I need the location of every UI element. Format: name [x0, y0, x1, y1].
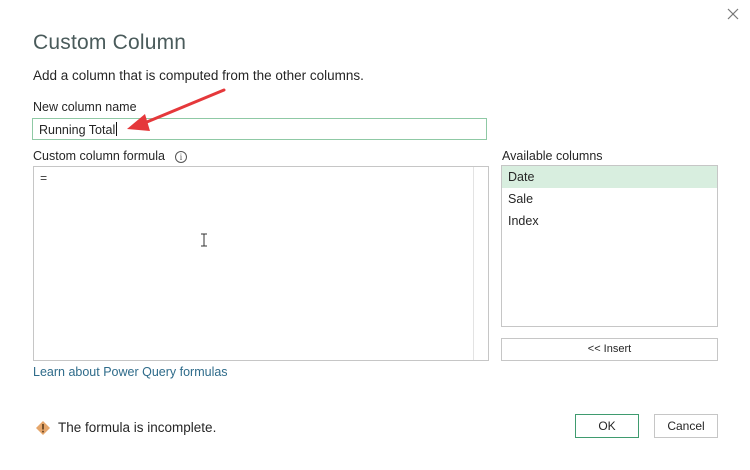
column-item-index[interactable]: Index	[502, 210, 717, 232]
new-column-name-input[interactable]: Running Total	[32, 118, 487, 140]
status-message: The formula is incomplete.	[58, 420, 217, 435]
formula-text: =	[40, 172, 48, 186]
custom-column-dialog: Custom Column Add a column that is compu…	[0, 0, 750, 470]
column-item-sale[interactable]: Sale	[502, 188, 717, 210]
dialog-subtitle: Add a column that is computed from the o…	[33, 68, 364, 83]
insert-button[interactable]: << Insert	[501, 338, 718, 361]
new-column-name-label: New column name	[33, 100, 137, 114]
new-column-name-value: Running Total	[39, 123, 116, 137]
text-caret	[116, 122, 118, 136]
learn-power-query-link[interactable]: Learn about Power Query formulas	[33, 365, 228, 379]
column-item-date[interactable]: Date	[502, 166, 717, 188]
dialog-title: Custom Column	[33, 31, 187, 54]
close-icon	[727, 8, 739, 20]
ok-button[interactable]: OK	[575, 414, 639, 438]
cancel-button[interactable]: Cancel	[654, 414, 718, 438]
close-button[interactable]	[722, 4, 744, 26]
info-icon[interactable]: i	[175, 151, 187, 163]
available-columns-label: Available columns	[502, 149, 603, 163]
formula-scrollbar[interactable]	[473, 167, 474, 360]
warning-icon	[36, 421, 50, 435]
formula-label: Custom column formula	[33, 149, 165, 163]
ibeam-cursor-icon	[201, 233, 207, 247]
formula-editor[interactable]: =	[33, 166, 489, 361]
available-columns-list[interactable]: Date Sale Index	[501, 165, 718, 327]
